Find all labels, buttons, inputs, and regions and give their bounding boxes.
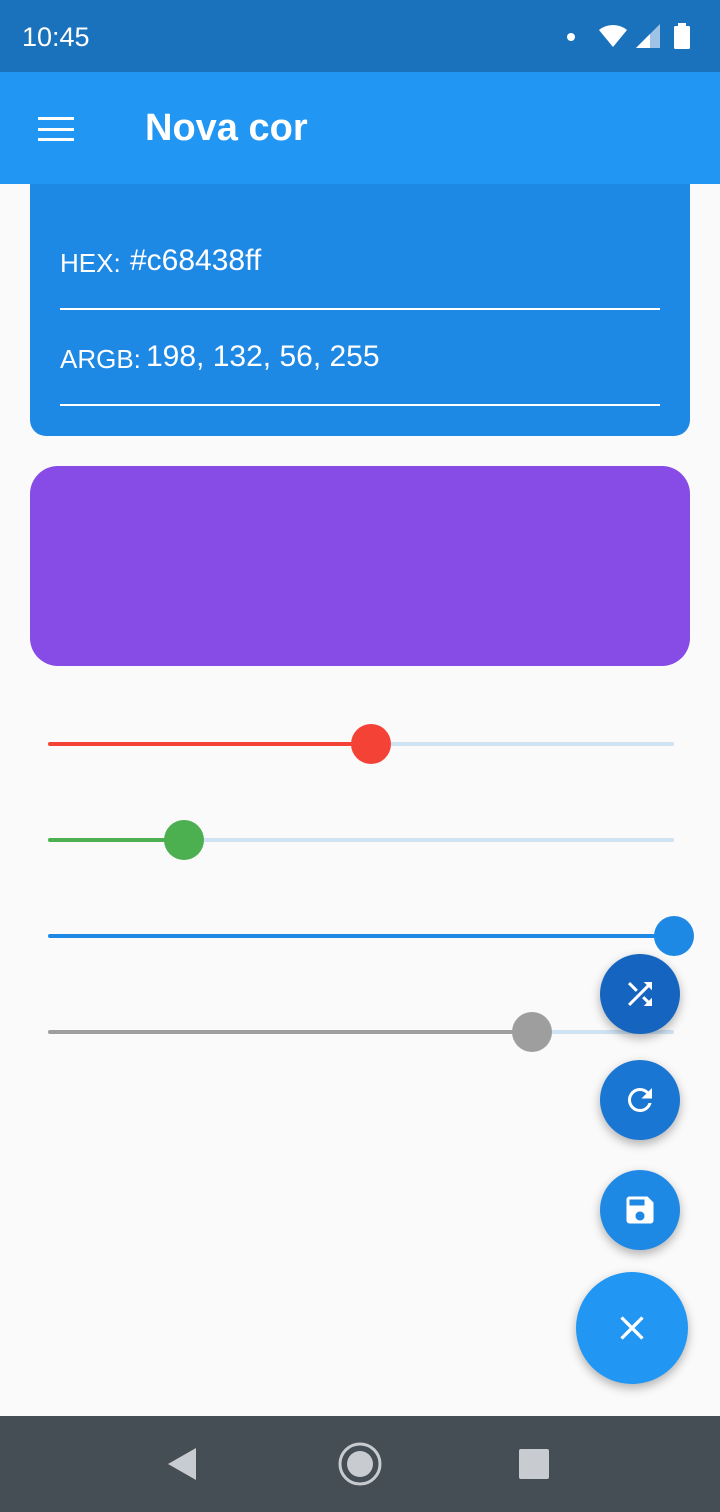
close-button[interactable] [576, 1272, 688, 1384]
recents-icon[interactable] [518, 1448, 550, 1480]
page-title: Nova cor [145, 107, 308, 149]
refresh-icon [628, 1088, 652, 1112]
status-time: 10:45 [22, 22, 90, 52]
back-icon[interactable] [166, 1446, 198, 1482]
slider-thumb[interactable] [511, 1012, 552, 1052]
red-slider[interactable] [48, 724, 674, 764]
blue-slider[interactable] [48, 916, 694, 956]
argb-label: ARGB: [60, 344, 141, 374]
argb-field[interactable]: ARGB: 198, 132, 56, 255 [60, 310, 660, 406]
hex-value[interactable]: #c68438ff [130, 244, 261, 278]
save-button[interactable] [600, 1170, 680, 1250]
battery-icon [674, 23, 690, 49]
slider-thumb[interactable] [654, 916, 694, 956]
alpha-slider[interactable] [48, 1012, 674, 1052]
shuffle-icon [628, 982, 652, 1006]
home-icon[interactable] [338, 1442, 382, 1486]
shuffle-button[interactable] [600, 954, 680, 1034]
green-slider[interactable] [48, 820, 674, 860]
notification-dot-icon [567, 33, 575, 41]
color-info-card: HEX: #c68438ff ARGB: 198, 132, 56, 255 [30, 184, 690, 436]
app-bar: Nova cor [0, 72, 720, 184]
slider-fill [48, 1030, 532, 1034]
argb-value[interactable]: 198, 132, 56, 255 [146, 340, 380, 374]
slider-fill [48, 742, 372, 746]
save-icon [626, 1196, 654, 1224]
wifi-icon [599, 24, 627, 47]
status-bar: 10:45 [0, 0, 720, 72]
slider-fill [48, 934, 674, 938]
slider-thumb[interactable] [164, 820, 205, 860]
slider-thumb[interactable] [351, 724, 392, 764]
hex-field[interactable]: HEX: #c68438ff [60, 214, 660, 310]
color-preview [30, 466, 690, 666]
close-icon [620, 1316, 644, 1340]
signal-icon [636, 24, 660, 48]
system-nav-bar [0, 1416, 720, 1512]
refresh-button[interactable] [600, 1060, 680, 1140]
hex-label: HEX: [60, 248, 121, 278]
menu-icon[interactable] [38, 117, 74, 141]
